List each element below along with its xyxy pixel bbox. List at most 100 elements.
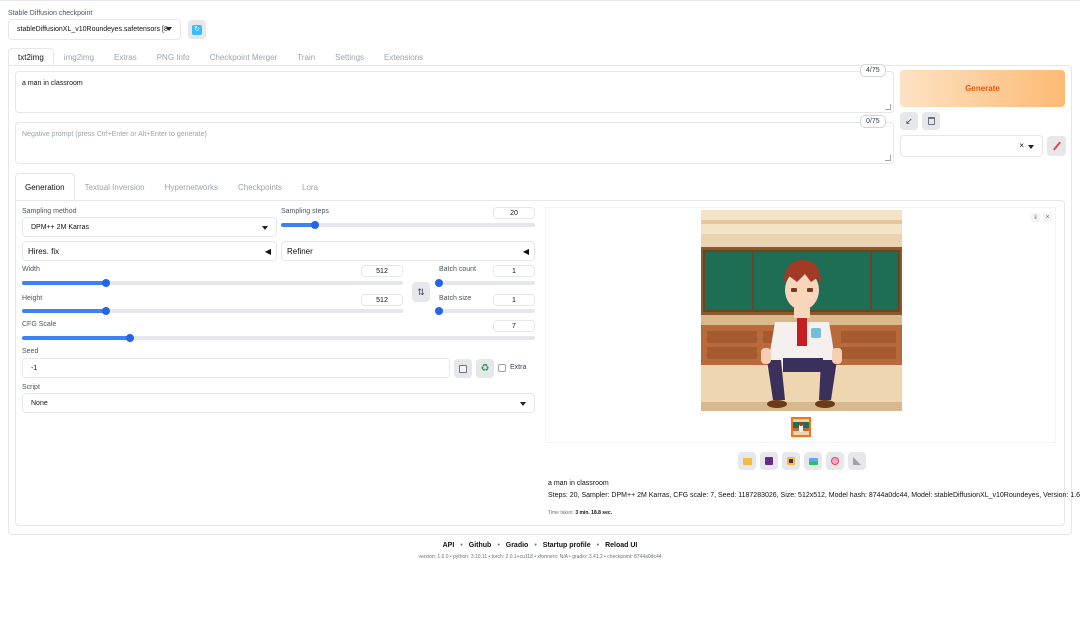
- batch-size-input[interactable]: 1: [493, 294, 535, 306]
- random-seed-button[interactable]: [454, 359, 472, 378]
- height-input[interactable]: 512: [361, 294, 403, 306]
- slider-knob[interactable]: [435, 279, 443, 287]
- chevron-down-icon: [1028, 145, 1034, 149]
- styles-select[interactable]: ×: [900, 135, 1043, 157]
- github-link[interactable]: Github: [469, 542, 492, 549]
- slider-knob[interactable]: [101, 279, 110, 287]
- sampling-steps-label: Sampling steps: [281, 208, 329, 215]
- chevron-down-icon: [262, 226, 268, 230]
- cfg-scale-slider[interactable]: [22, 334, 535, 342]
- script-value: None: [31, 399, 48, 407]
- pencil-icon: [1052, 141, 1061, 151]
- send-to-extras-button[interactable]: [848, 452, 866, 470]
- batch-size-label: Batch size: [439, 295, 472, 302]
- tab-checkpoints[interactable]: Checkpoints: [228, 173, 292, 201]
- separator-dot: •: [596, 542, 600, 549]
- recycle-icon: ♻: [480, 363, 490, 374]
- prompt-text: a man in classroom: [22, 80, 83, 87]
- generate-button[interactable]: Generate: [900, 70, 1065, 107]
- clear-prompt-button[interactable]: [922, 112, 940, 130]
- refresh-checkpoint-button[interactable]: ↻: [188, 20, 206, 39]
- reload-ui-link[interactable]: Reload UI: [605, 542, 637, 549]
- sampling-steps-input[interactable]: 20: [493, 207, 535, 219]
- seed-input[interactable]: -1: [22, 358, 450, 378]
- palette-icon: [831, 457, 839, 465]
- tab-img2img[interactable]: img2img: [54, 48, 104, 66]
- triangle-ruler-icon: [853, 457, 861, 465]
- tab-hypernetworks[interactable]: Hypernetworks: [155, 173, 228, 201]
- generated-image[interactable]: [701, 210, 902, 411]
- save-button[interactable]: [760, 452, 778, 470]
- batch-count-slider[interactable]: [435, 279, 535, 287]
- checkpoint-value: stableDiffusionXL_v10Roundeyes.safetenso…: [17, 26, 168, 33]
- batch-count-input[interactable]: 1: [493, 265, 535, 277]
- send-to-inpaint-button[interactable]: [826, 452, 844, 470]
- hires-fix-label: Hires. fix: [28, 246, 60, 256]
- triangle-left-icon: ◀: [522, 246, 529, 256]
- swap-dimensions-button[interactable]: ⇅: [412, 282, 430, 302]
- edit-styles-button[interactable]: [1047, 136, 1066, 156]
- script-select[interactable]: None: [22, 393, 535, 413]
- tab-png-info[interactable]: PNG Info: [147, 48, 200, 66]
- seed-label: Seed: [22, 348, 39, 355]
- api-link[interactable]: API: [443, 542, 455, 549]
- negative-prompt-placeholder: Negative prompt (press Ctrl+Enter or Alt…: [22, 131, 207, 138]
- resize-handle-icon[interactable]: [885, 104, 891, 110]
- checkpoint-label: Stable Diffusion checkpoint: [8, 10, 93, 17]
- separator-dot: •: [534, 542, 537, 549]
- seed-value: -1: [31, 364, 38, 372]
- slider-knob[interactable]: [435, 307, 443, 315]
- time-taken: Time taken: 3 min. 18.8 sec.: [548, 510, 612, 516]
- triangle-left-icon: ◀: [264, 246, 271, 256]
- tab-txt2img[interactable]: txt2img: [8, 48, 54, 66]
- tab-generation[interactable]: Generation: [15, 173, 75, 201]
- tab-checkpoint-merger[interactable]: Checkpoint Merger: [200, 48, 288, 66]
- separator-dot: •: [497, 542, 500, 549]
- slider-knob[interactable]: [101, 307, 110, 315]
- slider-knob[interactable]: [125, 334, 134, 342]
- tab-extensions[interactable]: Extensions: [374, 48, 433, 66]
- height-slider[interactable]: [22, 307, 403, 315]
- read-params-button[interactable]: ↙: [900, 112, 918, 130]
- sampling-steps-slider[interactable]: [281, 221, 535, 229]
- zip-icon: [787, 457, 795, 465]
- tab-train[interactable]: Train: [287, 48, 325, 66]
- prompt-input[interactable]: a man in classroom: [15, 71, 894, 113]
- width-slider[interactable]: [22, 279, 403, 287]
- download-icon[interactable]: ⇓: [1031, 213, 1040, 222]
- send-to-img2img-button[interactable]: [804, 452, 822, 470]
- time-taken-label: Time taken:: [548, 510, 574, 516]
- tab-textual-inversion[interactable]: Textual Inversion: [75, 173, 155, 201]
- refiner-label: Refiner: [287, 246, 313, 256]
- main-tabs: txt2img img2img Extras PNG Info Checkpoi…: [8, 48, 433, 66]
- hires-fix-accordion[interactable]: Hires. fix ◀: [22, 241, 277, 261]
- width-input[interactable]: 512: [361, 265, 403, 277]
- close-icon[interactable]: ×: [1043, 213, 1052, 222]
- extra-checkbox[interactable]: [498, 364, 506, 372]
- arrow-down-left-icon: ↙: [905, 115, 913, 126]
- thumbnail-image[interactable]: [791, 417, 811, 437]
- checkpoint-select[interactable]: stableDiffusionXL_v10Roundeyes.safetenso…: [8, 19, 181, 40]
- open-folder-button[interactable]: [738, 452, 756, 470]
- zip-button[interactable]: [782, 452, 800, 470]
- gradio-link[interactable]: Gradio: [506, 542, 529, 549]
- clear-icon[interactable]: ×: [1019, 141, 1024, 150]
- sampling-method-value: DPM++ 2M Karras: [31, 223, 89, 231]
- refiner-accordion[interactable]: Refiner ◀: [281, 241, 535, 261]
- tab-lora[interactable]: Lora: [292, 173, 328, 201]
- reuse-seed-button[interactable]: ♻: [476, 359, 494, 378]
- negative-prompt-input[interactable]: Negative prompt (press Ctrl+Enter or Alt…: [15, 122, 894, 164]
- tab-extras[interactable]: Extras: [104, 48, 147, 66]
- startup-profile-link[interactable]: Startup profile: [543, 542, 591, 549]
- swap-icon: ⇅: [417, 286, 425, 297]
- resize-handle-icon[interactable]: [885, 155, 891, 161]
- save-icon: [765, 457, 773, 465]
- version-info: version: 1.6.0 • python: 3.10.11 • torch…: [418, 554, 662, 560]
- batch-count-label: Batch count: [439, 266, 476, 273]
- refresh-icon: ↻: [192, 24, 202, 35]
- sampling-method-select[interactable]: DPM++ 2M Karras: [22, 217, 277, 237]
- batch-size-slider[interactable]: [435, 307, 535, 315]
- cfg-scale-input[interactable]: 7: [493, 320, 535, 332]
- tab-settings[interactable]: Settings: [325, 48, 374, 66]
- height-label: Height: [22, 295, 43, 302]
